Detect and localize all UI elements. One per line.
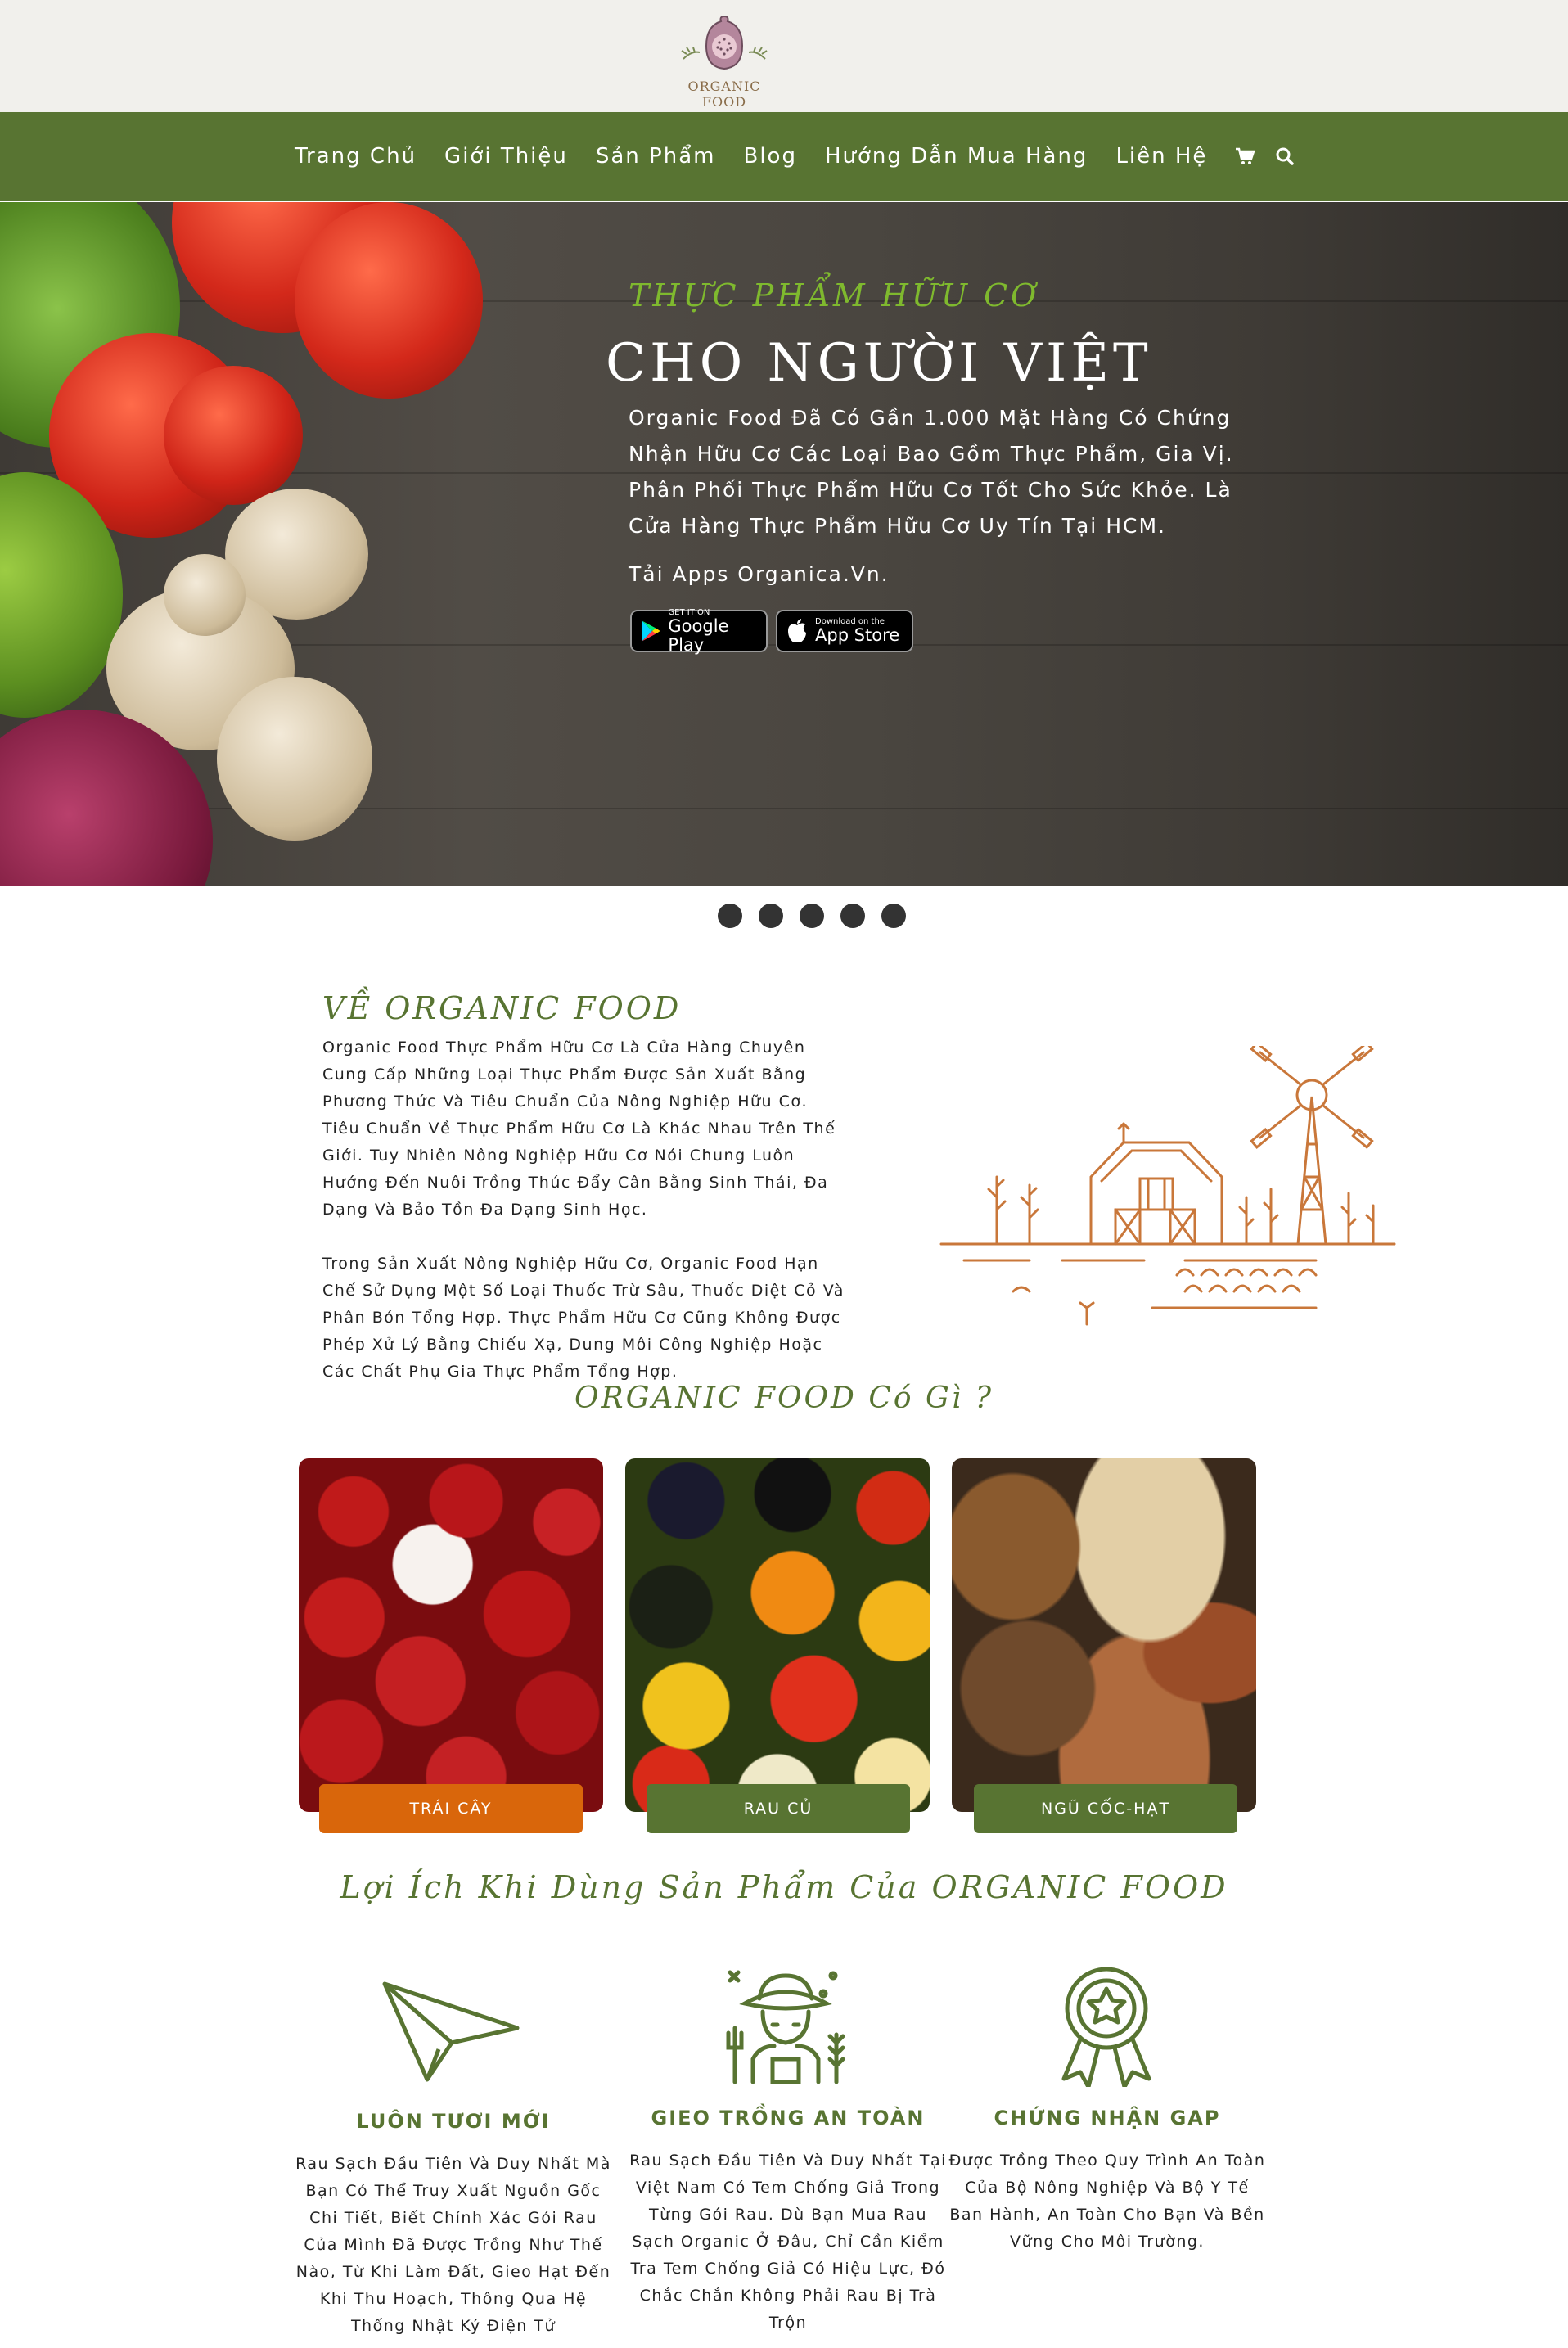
benefit-text: Rau Sạch Đầu Tiên Và Duy Nhất Mà Bạn Có … [295,2155,611,2335]
main-navbar: Trang Chủ Giới Thiệu Sản Phẩm Blog Hướng… [0,112,1568,201]
nav-item-contact[interactable]: Liên Hệ [1115,144,1207,169]
farmer-icon [726,1970,845,2084]
about-paragraph: Trong Sản Xuất Nông Nghiệp Hữu Cơ, Organ… [322,1255,845,1381]
slider-dot[interactable] [881,904,906,928]
slider-dot[interactable] [759,904,783,928]
hero-apps-label: Tải Apps Organica.Vn. [629,562,890,586]
fig-logo-icon [681,15,768,70]
category-button-grains-nuts[interactable]: NGŨ CỐC-HẠT [974,1784,1237,1833]
category-card-fruits[interactable] [299,1458,603,1812]
slider-dot[interactable] [840,904,865,928]
apple-icon [788,619,806,642]
benefit-fresh: LUÔN TƯƠI MỚI Rau Sạch Đầu Tiên Và Duy N… [294,2110,613,2340]
nav-item-products[interactable]: Sản Phẩm [596,144,716,169]
nav-item-blog[interactable]: Blog [743,144,796,169]
top-header: ORGANIC FOOD [0,0,1568,112]
benefit-gap-certified: CHỨNG NHẬN GAP Được Trồng Theo Quy Trình… [948,2107,1267,2256]
benefit-heading: CHỨNG NHẬN GAP [994,2107,1221,2129]
google-play-small: GET IT ON [668,607,710,617]
app-store-button[interactable]: Download on the App Store [776,610,913,652]
nav-menu: Trang Chủ Giới Thiệu Sản Phẩm Blog Hướng… [295,112,1315,201]
category-card-vegetables[interactable] [625,1458,930,1812]
hero-kicker: THỰC PHẨM HỮU CƠ [629,277,1040,313]
benefits-title: Lợi Ích Khi Dùng Sản Phẩm Của ORGANIC FO… [340,1869,1228,1905]
slider-dots [718,904,922,928]
category-card-grains-nuts[interactable] [952,1458,1256,1812]
about-text: Organic Food Thực Phẩm Hữu Cơ Là Cửa Hàn… [322,1034,846,1413]
search-icon[interactable] [1276,147,1295,165]
benefit-text: Được Trồng Theo Quy Trình An Toàn Của Bộ… [948,2152,1266,2251]
brand-logo[interactable]: ORGANIC FOOD [667,10,782,110]
paper-plane-icon [382,1981,520,2082]
benefit-safe-farming: GIEO TRỒNG AN TOÀN Rau Sạch Đầu Tiên Và … [629,2107,948,2337]
google-play-button[interactable]: GET IT ON Google Play [630,607,768,655]
award-badge-icon [1061,1967,1151,2087]
logo-text: ORGANIC FOOD [687,79,761,110]
hero-description: Organic Food Đã Có Gần 1.000 Mặt Hàng Có… [629,406,1234,538]
about-title: VỀ ORGANIC FOOD [322,990,682,1026]
nav-item-about[interactable]: Giới Thiệu [444,144,568,169]
app-store-big: App Store [815,625,900,645]
category-button-vegetables[interactable]: RAU CỦ [647,1784,910,1833]
cart-icon[interactable] [1235,147,1255,165]
benefit-heading: LUÔN TƯƠI MỚI [356,2110,551,2133]
google-play-icon [642,620,660,642]
benefit-heading: GIEO TRỒNG AN TOÀN [651,2107,926,2129]
hero-banner: THỰC PHẨM HỮU CƠ CHO NGƯỜI VIỆT Organic … [0,202,1568,886]
slider-dot[interactable] [718,904,742,928]
category-button-fruits[interactable]: TRÁI CÂY [319,1784,583,1833]
benefit-text: Rau Sạch Đầu Tiên Và Duy Nhất Tại Việt N… [629,2152,947,2332]
farm-illustration [939,1046,1396,1326]
categories-title: ORGANIC FOOD Có Gì ? [574,1381,994,1415]
google-play-big: Google Play [668,615,729,655]
hero-title: CHO NGƯỜI VIỆT [606,333,1152,394]
nav-item-buying-guide[interactable]: Hướng Dẫn Mua Hàng [825,144,1088,169]
slider-dot[interactable] [800,904,824,928]
nav-item-home[interactable]: Trang Chủ [295,144,417,169]
about-paragraph: Organic Food Thực Phẩm Hữu Cơ Là Cửa Hàn… [322,1039,836,1219]
